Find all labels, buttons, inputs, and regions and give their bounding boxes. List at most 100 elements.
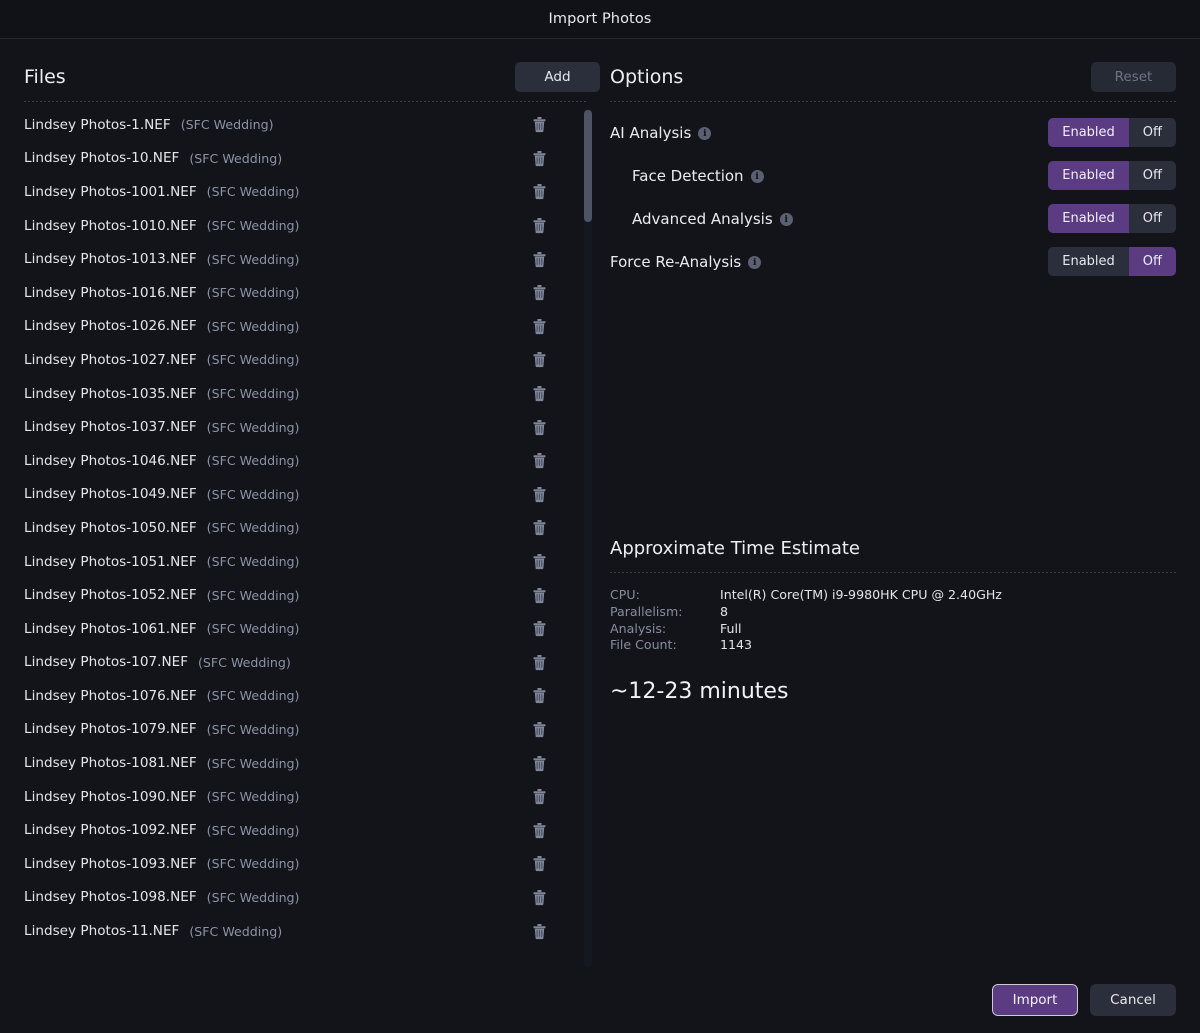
option-toggle-enabled[interactable]: Enabled [1048,204,1129,233]
file-list-container: Lindsey Photos-1.NEF (SFC Wedding) Lindsey… [24,108,600,967]
remove-file-button[interactable] [528,886,550,908]
remove-file-button[interactable] [528,483,550,505]
options-body: AI Analysis i Enabled Off Face Detection i Ena… [610,102,1176,967]
file-row[interactable]: Lindsey Photos-1.NEF (SFC Wedding) [24,108,578,142]
trash-icon [532,755,547,772]
file-collection-tag: (SFC Wedding) [206,386,300,402]
remove-file-button[interactable] [528,147,550,169]
option-label-group: Force Re-Analysis i [610,253,762,271]
file-row[interactable]: Lindsey Photos-1027.NEF (SFC Wedding) [24,343,578,377]
cancel-button[interactable]: Cancel [1090,984,1176,1016]
file-row[interactable]: Lindsey Photos-11.NEF (SFC Wedding) [24,914,578,948]
remove-file-button[interactable] [528,853,550,875]
estimate-key: Analysis: [610,620,667,636]
remove-file-button[interactable] [528,718,550,740]
file-row[interactable]: Lindsey Photos-1035.NEF (SFC Wedding) [24,377,578,411]
remove-file-button[interactable] [528,551,550,573]
info-icon[interactable]: i [698,127,712,140]
file-row[interactable]: Lindsey Photos-1093.NEF (SFC Wedding) [24,847,578,881]
file-row[interactable]: Lindsey Photos-1010.NEF (SFC Wedding) [24,209,578,243]
remove-file-button[interactable] [528,752,550,774]
file-row[interactable]: Lindsey Photos-1052.NEF (SFC Wedding) [24,578,578,612]
remove-file-button[interactable] [528,349,550,371]
option-label-group: Advanced Analysis i [632,210,793,228]
file-row[interactable]: Lindsey Photos-10.NEF (SFC Wedding) [24,142,578,176]
remove-file-button[interactable] [528,618,550,640]
remove-file-button[interactable] [528,517,550,539]
file-name: Lindsey Photos-1052.NEF [24,587,197,604]
import-button[interactable]: Import [992,984,1078,1016]
remove-file-button[interactable] [528,282,550,304]
file-row[interactable]: Lindsey Photos-1001.NEF (SFC Wedding) [24,175,578,209]
option-toggle-off[interactable]: Off [1128,204,1176,233]
remove-file-button[interactable] [528,114,550,136]
file-row[interactable]: Lindsey Photos-1090.NEF (SFC Wedding) [24,780,578,814]
file-row[interactable]: Lindsey Photos-1079.NEF (SFC Wedding) [24,713,578,747]
file-row[interactable]: Lindsey Photos-1051.NEF (SFC Wedding) [24,545,578,579]
time-estimate-details: CPU: Intel(R) Core(TM) i9-9980HK CPU @ 2.… [610,573,1176,653]
option-toggle-off[interactable]: Off [1128,247,1176,276]
remove-file-button[interactable] [528,416,550,438]
file-list-scrollbar-track[interactable] [584,108,592,967]
file-name: Lindsey Photos-1010.NEF [24,217,197,234]
file-row[interactable]: Lindsey Photos-1061.NEF (SFC Wedding) [24,612,578,646]
info-icon[interactable]: i [750,170,764,183]
file-collection-tag: (SFC Wedding) [189,150,283,166]
file-row[interactable]: Lindsey Photos-1013.NEF (SFC Wedding) [24,242,578,276]
add-files-button[interactable]: Add [515,62,600,92]
estimate-value: 8 [720,603,729,619]
trash-icon [532,788,547,805]
file-row[interactable]: Lindsey Photos-1098.NEF (SFC Wedding) [24,881,578,915]
file-collection-tag: (SFC Wedding) [180,117,274,133]
file-collection-tag: (SFC Wedding) [206,621,300,637]
file-row[interactable]: Lindsey Photos-1046.NEF (SFC Wedding) [24,444,578,478]
file-row[interactable]: Lindsey Photos-1076.NEF (SFC Wedding) [24,679,578,713]
file-name: Lindsey Photos-1016.NEF [24,284,197,301]
remove-file-button[interactable] [528,685,550,707]
remove-file-button[interactable] [528,920,550,942]
file-row[interactable]: Lindsey Photos-1037.NEF (SFC Wedding) [24,410,578,444]
file-collection-tag: (SFC Wedding) [206,721,300,737]
time-estimate-total: ~12-23 minutes [610,678,789,704]
option-toggle-group: Enabled Off [1048,204,1176,233]
file-list-scrollbar-thumb[interactable] [584,110,592,222]
option-toggle-off[interactable]: Off [1128,118,1176,147]
trash-icon [532,116,547,133]
remove-file-button[interactable] [528,181,550,203]
remove-file-button[interactable] [528,584,550,606]
file-collection-tag: (SFC Wedding) [206,285,300,301]
file-name: Lindsey Photos-10.NEF [24,150,180,167]
reset-options-button[interactable]: Reset [1091,62,1176,92]
file-list[interactable]: Lindsey Photos-1.NEF (SFC Wedding) Lindsey… [24,108,600,967]
file-row[interactable]: Lindsey Photos-1049.NEF (SFC Wedding) [24,478,578,512]
time-estimate-section: Approximate Time Estimate CPU: Intel(R) C… [610,538,1176,712]
option-label: AI Analysis [610,123,692,142]
option-toggle-off[interactable]: Off [1128,161,1176,190]
file-name: Lindsey Photos-107.NEF [24,654,189,671]
remove-file-button[interactable] [528,383,550,405]
remove-file-button[interactable] [528,786,550,808]
info-icon[interactable]: i [779,213,793,226]
trash-icon [532,587,547,604]
option-toggle-enabled[interactable]: Enabled [1048,161,1129,190]
file-collection-tag: (SFC Wedding) [198,654,291,670]
remove-file-button[interactable] [528,651,550,673]
estimate-value: 1143 [720,637,753,653]
file-row[interactable]: Lindsey Photos-1026.NEF (SFC Wedding) [24,310,578,344]
remove-file-button[interactable] [528,819,550,841]
option-toggle-enabled[interactable]: Enabled [1048,118,1129,147]
remove-file-button[interactable] [528,450,550,472]
file-row[interactable]: Lindsey Photos-1092.NEF (SFC Wedding) [24,813,578,847]
remove-file-button[interactable] [528,215,550,237]
file-name: Lindsey Photos-1.NEF [24,116,171,133]
file-row[interactable]: Lindsey Photos-1050.NEF (SFC Wedding) [24,511,578,545]
trash-icon [532,889,547,906]
info-icon[interactable]: i [748,256,762,269]
file-row[interactable]: Lindsey Photos-107.NEF (SFC Wedding) [24,646,578,680]
remove-file-button[interactable] [528,248,550,270]
option-row: AI Analysis i Enabled Off [610,111,1176,154]
file-row[interactable]: Lindsey Photos-1081.NEF (SFC Wedding) [24,746,578,780]
option-toggle-enabled[interactable]: Enabled [1048,247,1129,276]
remove-file-button[interactable] [528,315,550,337]
file-row[interactable]: Lindsey Photos-1016.NEF (SFC Wedding) [24,276,578,310]
